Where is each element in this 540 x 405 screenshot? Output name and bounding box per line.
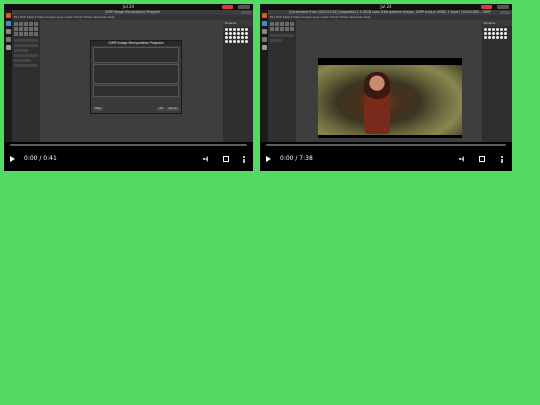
system-tray: [497, 5, 509, 9]
ok-button[interactable]: OK: [157, 107, 165, 111]
toolbox-panel: [268, 20, 296, 142]
app-dock: [260, 10, 268, 142]
fullscreen-icon[interactable]: [223, 156, 229, 162]
system-tray: [238, 5, 250, 9]
play-icon[interactable]: [266, 156, 271, 162]
recording-indicator: [222, 5, 233, 9]
fullscreen-icon[interactable]: [479, 156, 485, 162]
brushes-panel: Brushes: [482, 20, 512, 142]
more-options-icon[interactable]: [501, 156, 503, 163]
progress-bar[interactable]: [10, 144, 247, 146]
volume-icon[interactable]: [203, 156, 209, 162]
video-player-1[interactable]: Jul 24 GIMP Image Manipulation Program F…: [4, 4, 253, 171]
brushes-panel: Brushes: [223, 20, 253, 142]
progress-bar[interactable]: [266, 144, 506, 146]
recording-indicator: [481, 5, 492, 9]
video-frame: Jul 24 GIMP Image Manipulation Program F…: [4, 4, 253, 142]
image-canvas: [318, 58, 462, 138]
more-options-icon[interactable]: [243, 156, 245, 163]
cancel-button[interactable]: Cancel: [166, 107, 179, 111]
video-frame: Jul 24 [Screenshot from 2023-03-06] (imp…: [260, 4, 512, 142]
toolbox-panel: [12, 20, 40, 142]
time-display: 0:00 / 7:38: [280, 155, 313, 162]
help-button[interactable]: Help: [93, 107, 103, 111]
time-display: 0:00 / 0:41: [24, 155, 57, 162]
video-controls: 0:00 / 7:38: [260, 142, 512, 171]
video-player-2[interactable]: Jul 24 [Screenshot from 2023-03-06] (imp…: [260, 4, 512, 171]
app-dock: [4, 10, 12, 142]
video-controls: 0:00 / 0:41: [4, 142, 253, 171]
volume-icon[interactable]: [459, 156, 465, 162]
gimp-dialog: GIMP Image Manipulation Program Help OK …: [90, 40, 182, 114]
play-icon[interactable]: [10, 156, 15, 162]
dialog-title: GIMP Image Manipulation Program: [91, 41, 181, 46]
